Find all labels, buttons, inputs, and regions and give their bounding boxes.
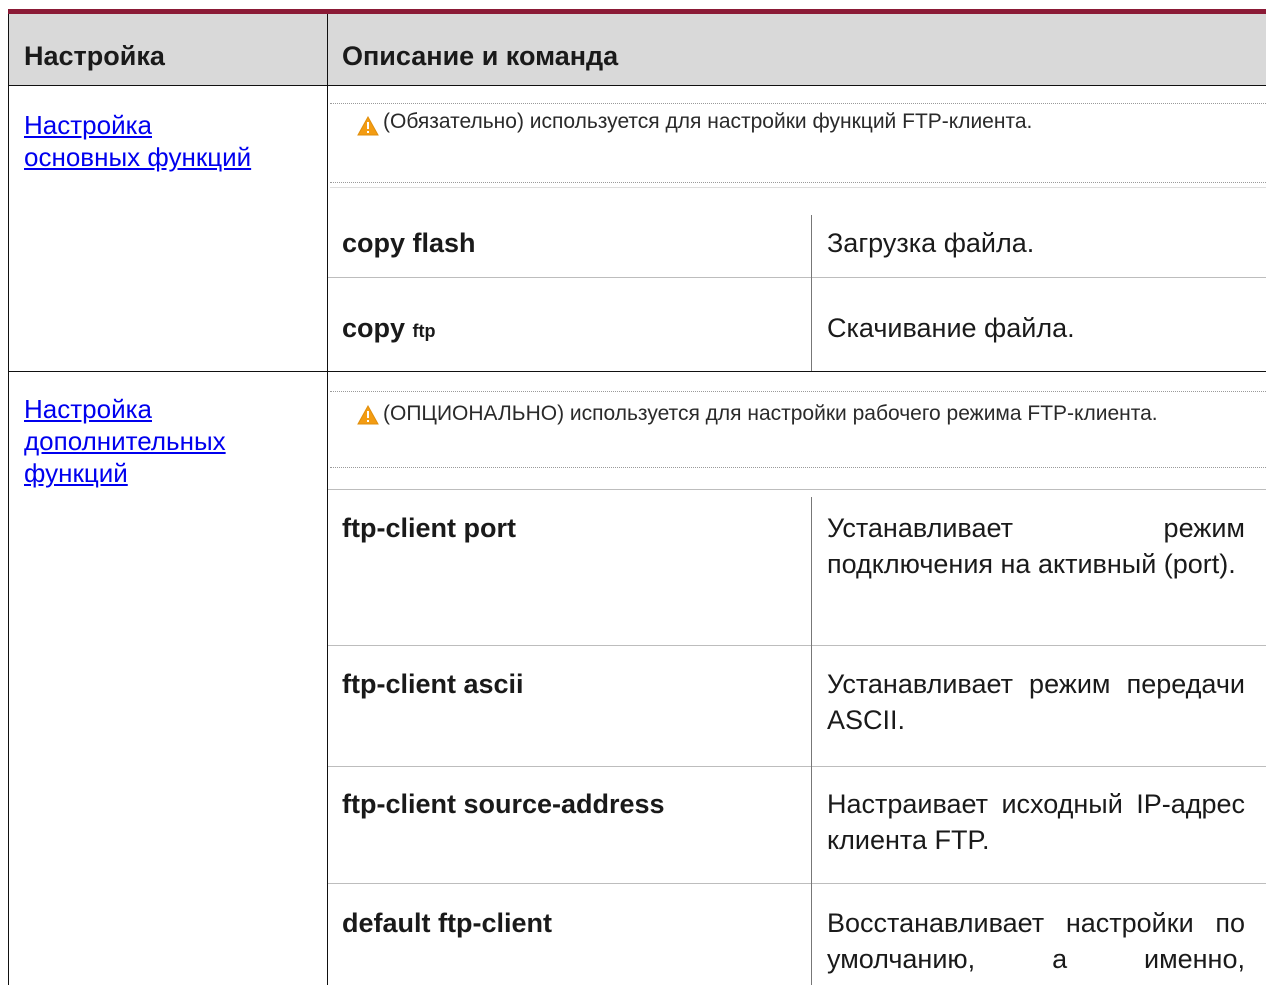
header-col-setting: Настройка [24,41,165,71]
cmd-col-divider [811,215,812,371]
note-top-rule [330,103,1266,104]
note-bottom-rule [330,467,1266,468]
row-separator [328,489,1266,490]
desc-ftp-client-source-address: Настраивает исходный IP-адрес клиента FT… [827,789,1245,855]
table-header [8,14,1266,85]
document-page: Настройка Описание и команда Настройка ос… [0,0,1266,985]
column-divider [327,14,328,985]
link-basic-settings[interactable]: Настройка основных функций [24,109,251,173]
cmd-col-divider [811,497,812,985]
row-separator [328,883,1266,884]
desc-default-ftp-client: Восстанавливает настройки по умолчанию, … [827,908,1245,974]
desc-ftp-client-port: Устанавливает режим подключения на актив… [827,513,1245,579]
header-bottom-border [8,85,1266,86]
link-advanced-settings[interactable]: Настройка дополнительных функций [24,393,226,489]
cmd-copy-flash: copy flash [342,228,476,258]
row-separator [328,766,1266,767]
desc-copy-ftp: Скачивание файла. [827,313,1075,343]
note-optional: (ОПЦИОНАЛЬНО) используется для настройки… [383,402,1158,425]
warning-icon [357,405,379,425]
section-divider [8,371,1266,372]
cmd-ftp-client-ascii: ftp-client ascii [342,669,524,699]
note-bottom-rule [330,182,1266,183]
table-border-left [8,14,9,985]
warning-icon [357,116,379,136]
row-separator [328,277,1266,278]
cmd-default-ftp-client: default ftp-client [342,908,552,938]
desc-ftp-client-ascii: Устанавливает режим передачи ASCII. [827,669,1245,735]
cmd-ftp-client-source-address: ftp-client source-address [342,789,665,819]
note-required: (Обязательно) используется для настройки… [383,110,1033,133]
row-separator [330,187,1266,188]
cmd-copy-ftp: copy ftp [342,313,436,343]
desc-copy-flash: Загрузка файла. [827,228,1035,258]
cmd-ftp-client-port: ftp-client port [342,513,516,543]
row-separator [328,645,1266,646]
note-top-rule [330,391,1266,392]
header-col-description: Описание и команда [342,41,619,71]
